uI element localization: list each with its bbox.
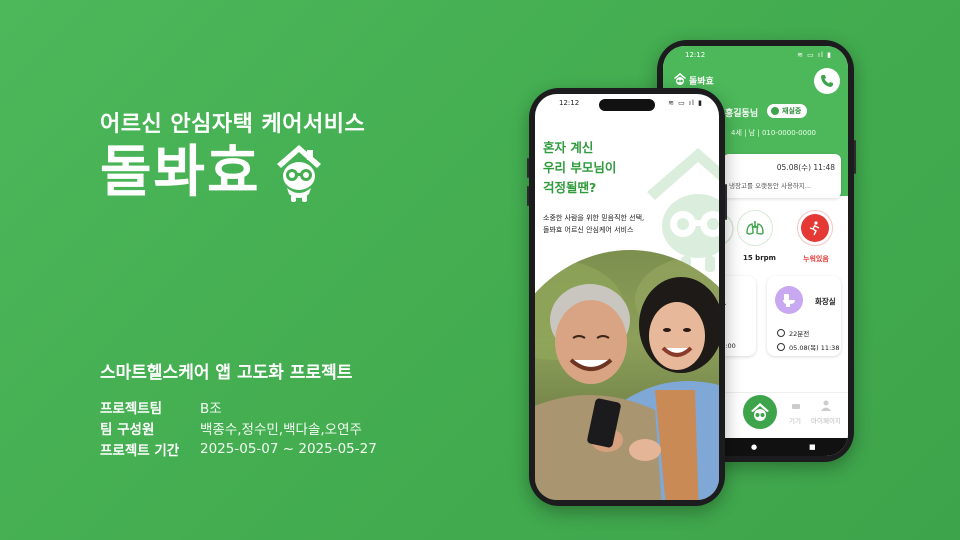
house-owl-icon [751,403,769,421]
info-value: 2025-05-07 ~ 2025-05-27 [200,440,377,457]
presence-badge: 재실중 [767,104,808,118]
info-row-period: 프로젝트 기간 2025-05-07 ~ 2025-05-27 [100,438,377,459]
cover-text: 어르신 안심자택 케어서비스 돌봐효 스마트헬스케어 앱 고도화 프로젝트 프로… [100,0,520,540]
nav-home-button[interactable] [743,395,777,429]
headline-line: 걱정될땐? [543,180,597,195]
sys-home-button[interactable]: ● [751,443,757,451]
alert-card[interactable]: 05.08(수) 11:48 냉장고를 오랫동안 사용하지... [723,154,841,198]
nav-devices[interactable]: 기기 [789,415,801,425]
info-label: 프로젝트팀 [100,400,163,417]
info-row-team: 프로젝트팀 B조 [100,396,377,417]
info-value: B조 [200,400,222,417]
alert-date: 05.08(수) 11:48 [776,163,835,172]
stat-breath-value: 15 brpm [743,254,776,262]
landing-screen: 12:12 ≋ ▭ ıl ▮ 혼자 계신 우리 부모님이 걱정될땐? 소중한 사… [535,94,719,500]
info-value: 백종수,정수민,백다솔,오연주 [200,421,362,438]
project-info: 프로젝트팀 B조 팀 구성원 백종수,정수민,백다솔,오연주 프로젝트 기간 2… [100,396,377,459]
status-bar: 12:12 ≋ ▭ ıl ▮ [663,50,848,62]
dynamic-island [599,99,655,111]
info-row-members: 팀 구성원 백종수,정수민,백다솔,오연주 [100,417,377,438]
alert-message: 냉장고를 오랫동안 사용하지... [729,182,812,190]
presence-dot [771,107,779,115]
stat-breath[interactable] [737,210,773,246]
elderly-man-and-woman-photo [535,255,719,500]
toilet-icon [775,286,803,314]
nav-mypage[interactable]: 마이페이지 [811,415,841,425]
power-button [854,140,856,174]
status-time: 12:12 [685,51,706,59]
stat-fall-value: 누워있음 [803,255,829,263]
clock-icon [777,343,785,351]
description-line: 소중한 사람을 위한 믿음직한 선택, [543,214,645,222]
brand-name: 돌봐효 [100,140,261,205]
call-button[interactable] [814,68,840,94]
hero-photo [535,250,719,500]
room-right-name: 화장실 [815,297,836,306]
stat-fall[interactable] [797,210,833,246]
phone-icon [821,75,833,87]
info-label: 팀 구성원 [100,421,155,438]
headline-line: 혼자 계신 [543,140,594,155]
landing-description: 소중한 사람을 위한 믿음직한 선택, 돌봐효 어르신 안심케어 서비스 [543,212,644,236]
device-icon [792,404,800,409]
room-right-time-row: 05.08(목) 11:38 [777,342,839,352]
toilet-glyph-icon [783,294,795,307]
brand: 돌봐효 [100,142,325,204]
cover-subtitle: 어르신 안심자택 케어서비스 [100,112,366,137]
room-right-elapsed-row: 22분전 [777,328,809,338]
headline-line: 우리 부모님이 [543,160,617,175]
volume-down-button [527,186,529,206]
user-details: 4세 | 남 | 010-0000-0000 [731,129,816,137]
person-icon [821,400,831,411]
room-right-time: 05.08(목) 11:38 [789,344,840,352]
presence-label: 재실중 [782,107,802,115]
fall-person-icon [809,221,820,236]
house-owl-logo-icon [276,145,321,202]
app-title: 돌봐효 [689,77,714,87]
fall-alert-icon [801,214,829,242]
user-name: 홍길동님 [725,109,759,119]
landing-headline: 혼자 계신 우리 부모님이 걱정될땐? [543,138,616,198]
status-time: 12:12 [559,99,580,107]
app-logo-icon [674,73,686,85]
phone-mockup-landing: 12:12 ≋ ▭ ıl ▮ 혼자 계신 우리 부모님이 걱정될땐? 소중한 사… [527,88,727,506]
status-icons: ≋ ▭ ıl ▮ [797,51,832,59]
room-right-elapsed: 22분전 [789,330,810,338]
status-icons: ≋ ▭ ıl ▮ [668,99,703,107]
description-line: 돌봐효 어르신 안심케어 서비스 [543,226,634,234]
project-title: 스마트헬스케어 앱 고도화 프로젝트 [100,363,353,383]
room-card-bathroom[interactable]: 화장실 22분전 05.08(목) 11:38 [767,276,841,356]
power-button [725,184,727,220]
info-label: 프로젝트 기간 [100,442,180,459]
lungs-icon [746,221,764,235]
alarm-clock-icon [777,329,785,337]
volume-up-button [527,158,529,178]
sys-recent-button[interactable]: ■ [809,443,816,451]
